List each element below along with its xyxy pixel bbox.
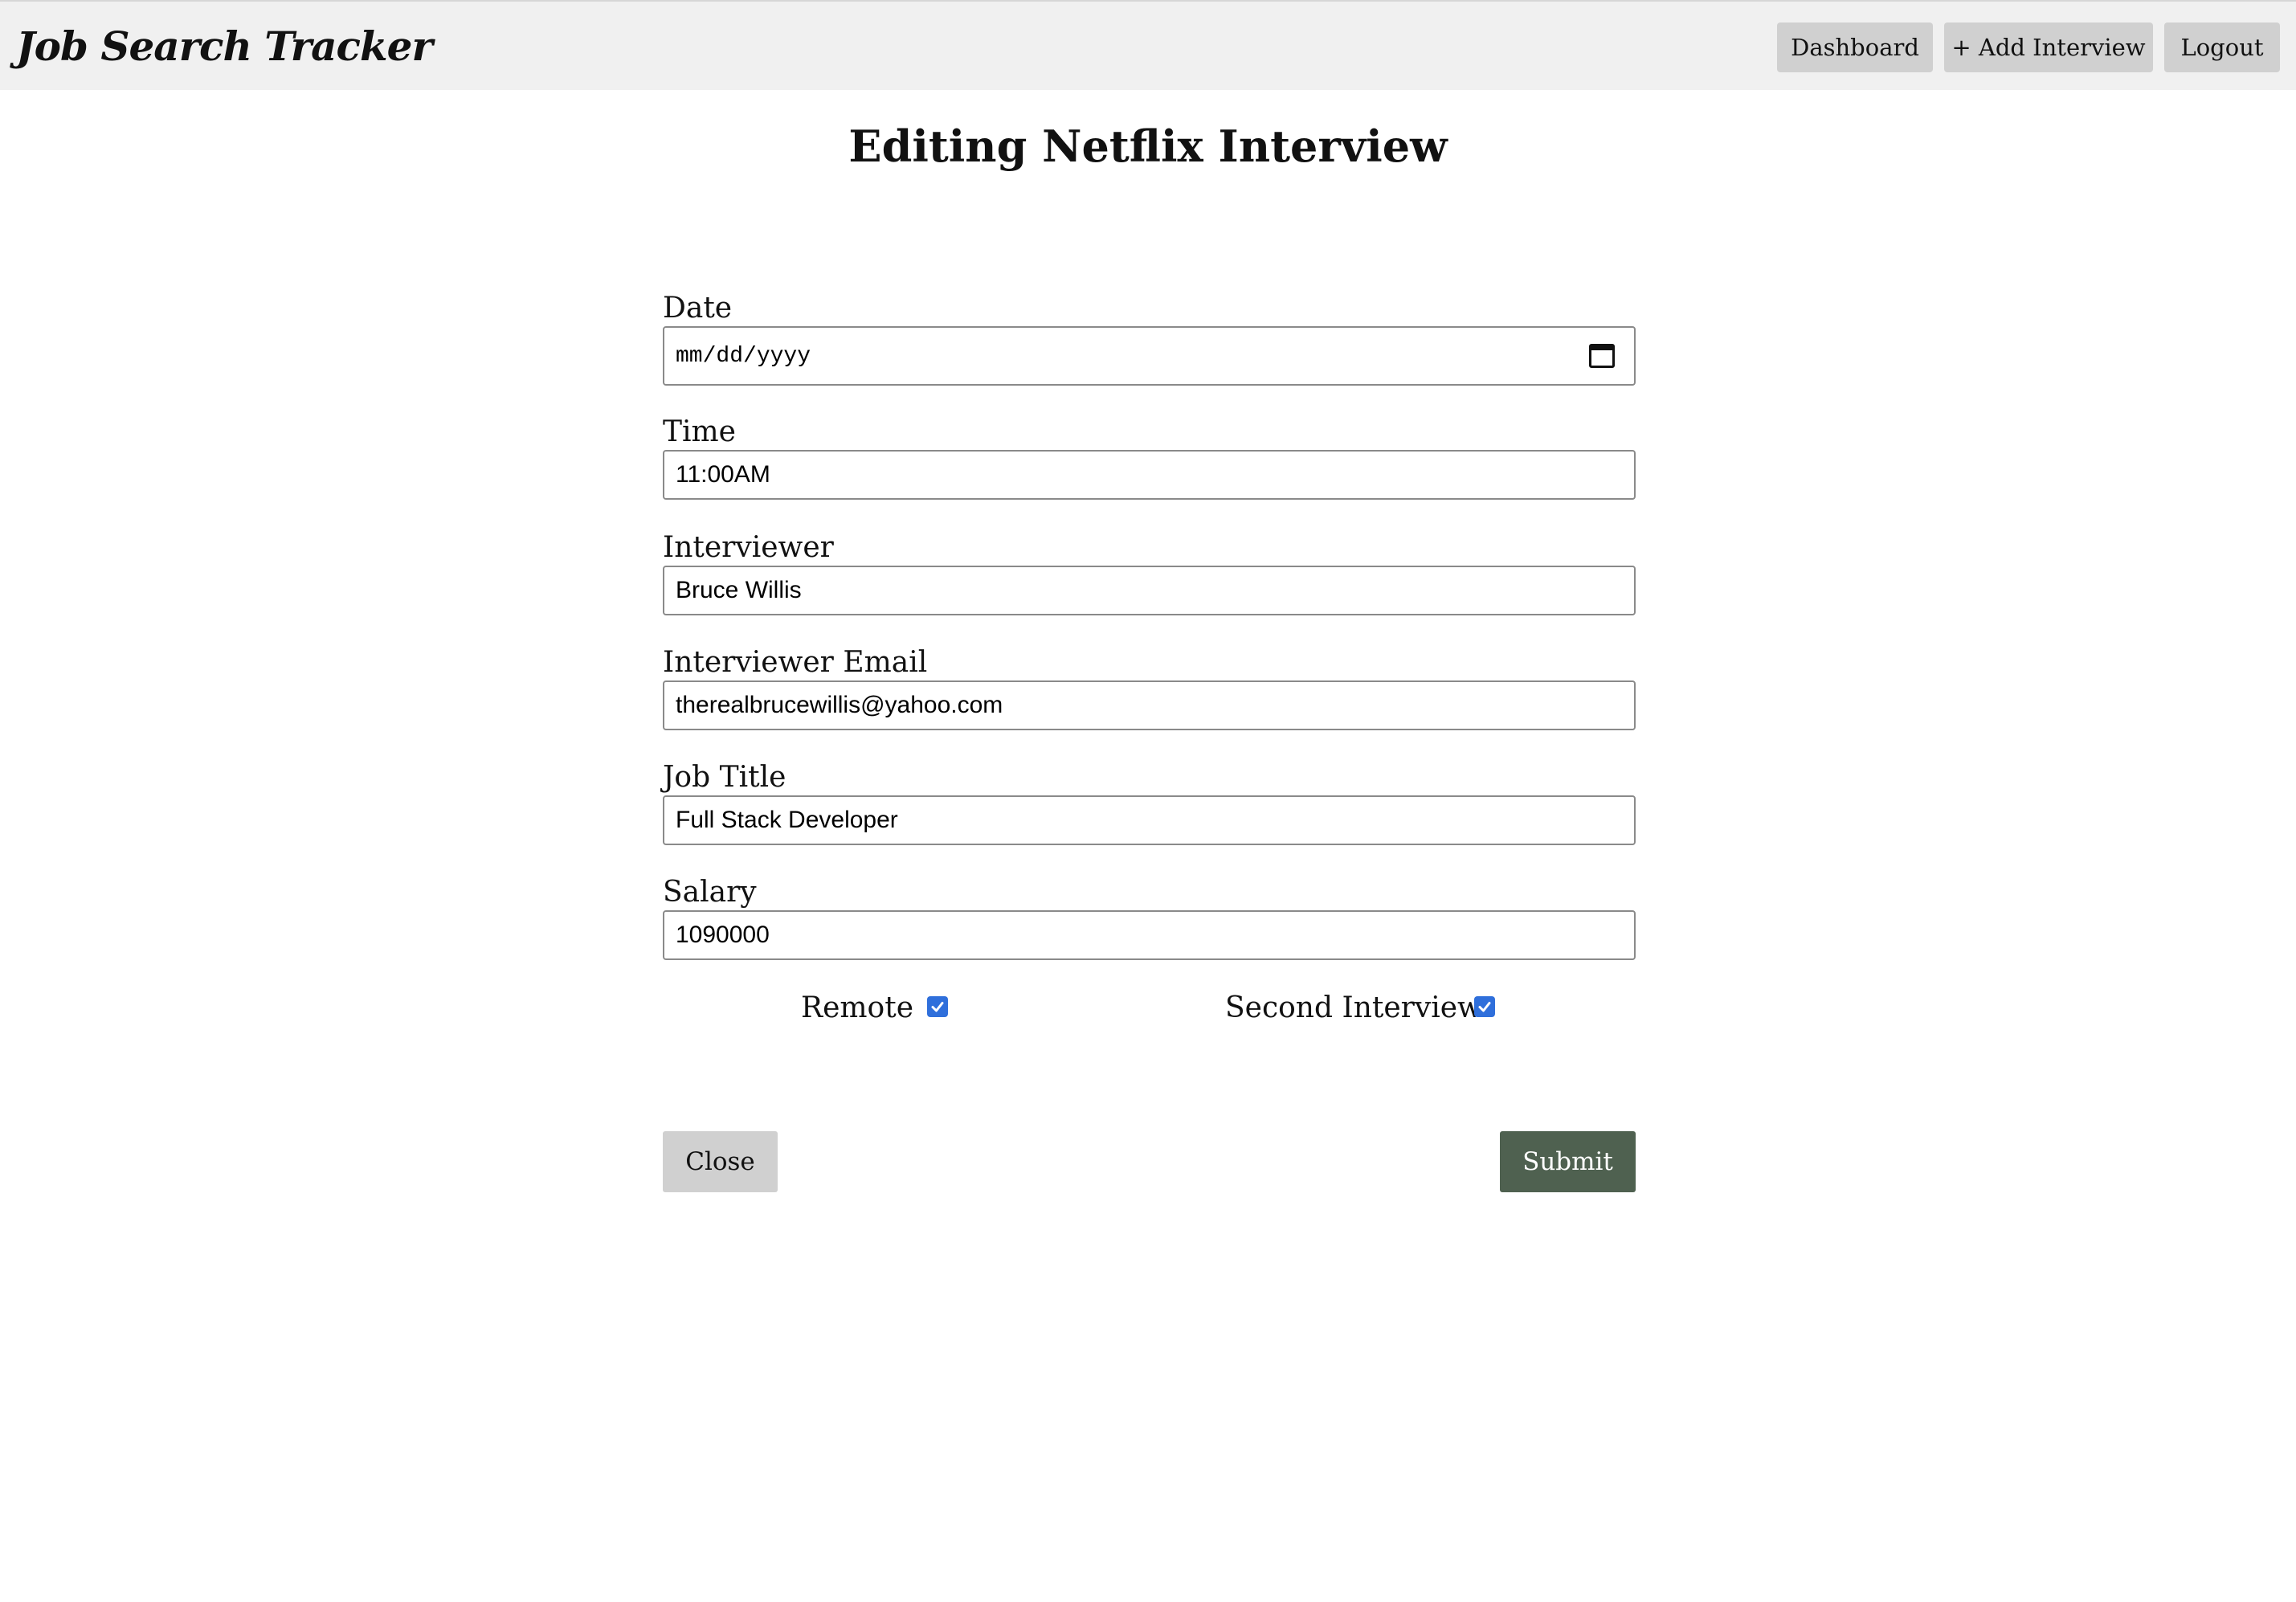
dashboard-button[interactable]: Dashboard <box>1777 22 1933 72</box>
job-title-value: Full Stack Developer <box>676 807 898 833</box>
second-interview-label: Second Interview <box>1225 991 1482 1024</box>
time-label: Time <box>663 415 736 448</box>
calendar-icon[interactable] <box>1589 344 1615 368</box>
close-button[interactable]: Close <box>663 1131 778 1192</box>
date-field[interactable]: mm/dd/yyyy <box>663 326 1636 386</box>
salary-label: Salary <box>663 876 757 909</box>
page-title: Editing Netflix Interview <box>848 121 1448 172</box>
salary-value: 1090000 <box>676 922 770 948</box>
add-interview-button[interactable]: + Add Interview <box>1944 22 2153 72</box>
time-field[interactable]: 11:00AM <box>663 450 1636 500</box>
check-icon <box>931 1002 944 1012</box>
interviewer-email-label: Interviewer Email <box>663 646 928 679</box>
brand-title[interactable]: Job Search Tracker <box>16 22 433 70</box>
salary-field[interactable]: 1090000 <box>663 910 1636 960</box>
remote-checkbox[interactable] <box>927 996 948 1017</box>
interviewer-email-field[interactable]: therealbrucewillis@yahoo.com <box>663 680 1636 730</box>
second-interview-checkbox[interactable] <box>1474 996 1495 1017</box>
job-title-field[interactable]: Full Stack Developer <box>663 795 1636 845</box>
check-icon <box>1478 1002 1491 1012</box>
time-value: 11:00AM <box>676 461 770 488</box>
remote-label: Remote <box>801 991 913 1024</box>
date-placeholder: mm/dd/yyyy <box>676 343 811 369</box>
date-label: Date <box>663 292 733 325</box>
interviewer-email-value: therealbrucewillis@yahoo.com <box>676 692 1003 718</box>
top-navbar: Job Search Tracker Dashboard + Add Inter… <box>0 0 2296 90</box>
submit-button[interactable]: Submit <box>1500 1131 1636 1192</box>
interviewer-label: Interviewer <box>663 531 834 564</box>
interviewer-value: Bruce Willis <box>676 577 802 603</box>
interviewer-field[interactable]: Bruce Willis <box>663 566 1636 615</box>
job-title-label: Job Title <box>663 761 786 794</box>
logout-button[interactable]: Logout <box>2164 22 2280 72</box>
